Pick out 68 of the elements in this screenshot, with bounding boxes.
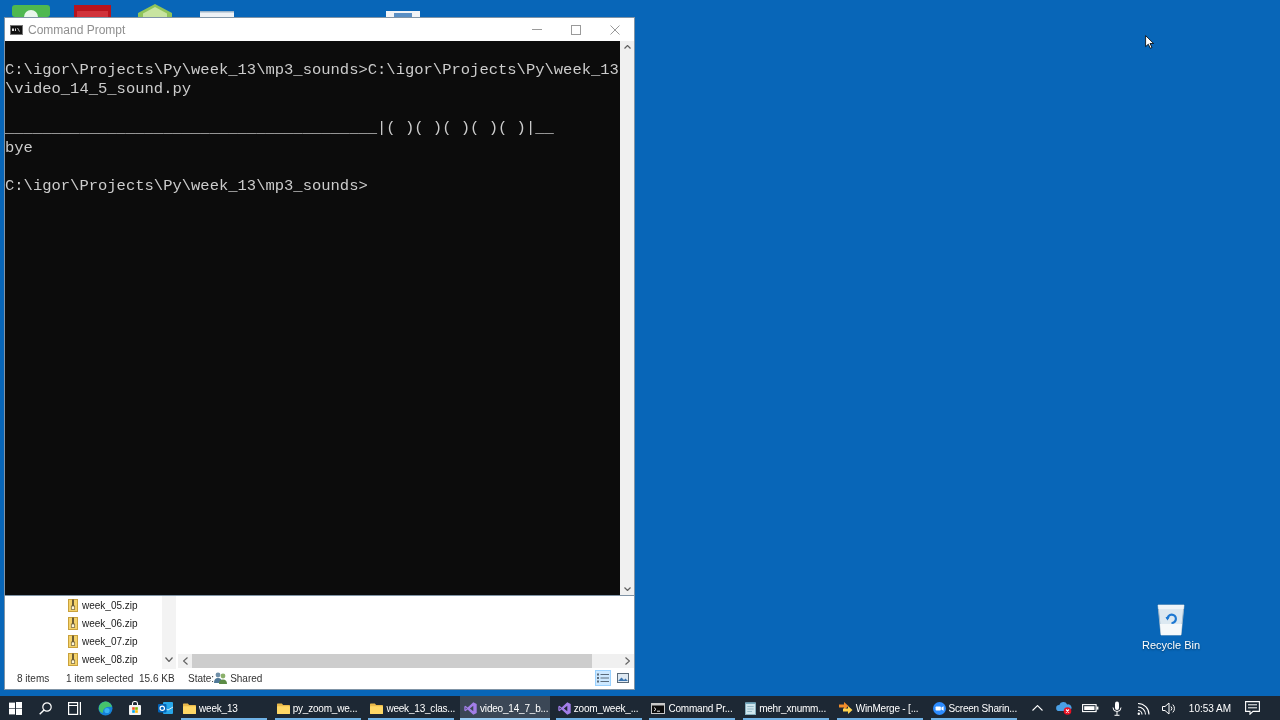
mail-tile-icon[interactable] [157,701,173,715]
zip-folder-icon [68,635,78,649]
taskbar-button[interactable]: zoom_week_... [553,696,644,720]
status-text: 1 item selected [66,672,135,684]
task-view-icon[interactable] [68,701,82,715]
desktop-shortcut-icon[interactable] [12,5,50,17]
ribbon-logo-icon [464,701,478,715]
window-title: Command Prompt [28,22,126,37]
video-camera-icon [932,701,946,715]
taskbar-button[interactable]: week_13_clas... [366,696,457,720]
tree-item[interactable]: week_05.zip [5,596,162,615]
console-line: C:\igor\Projects\Py\week_13\mp3_sounds> [5,177,369,197]
status-text: Shared [230,672,263,684]
console-line: bye [5,138,34,158]
vertical-scrollbar[interactable] [162,596,176,669]
close-icon[interactable] [609,24,620,35]
taskbar-button[interactable]: py_zoom_we... [272,696,363,720]
zip-folder-icon [68,653,78,667]
terminal-icon [10,24,23,35]
view-toggle-button[interactable] [595,670,611,686]
desktop-icon-label[interactable]: Recycle Bin [1141,639,1201,651]
people-icon [214,672,228,684]
cloud-error-icon[interactable] [1055,701,1072,715]
merge-arrows-icon [838,702,853,714]
desktop-shortcut-icon[interactable] [138,4,172,17]
notification-icon[interactable] [1244,701,1260,715]
taskbar-button[interactable]: WinMerge - [... [834,696,925,720]
desktop-shortcut-icon[interactable] [386,11,420,17]
mouse-pointer-icon [1145,35,1155,49]
tree-item[interactable]: week_08.zip [5,650,162,669]
tree-item[interactable]: week_06.zip [5,614,162,633]
taskbar-button[interactable]: mehr_xnumm... [741,696,832,720]
taskbar-button[interactable]: week_13 [179,696,269,720]
tree-item[interactable]: week_07.zip [5,632,162,651]
microphone-icon[interactable] [1111,700,1122,716]
clock[interactable]: 10:53 AM [1183,696,1237,720]
caret-down-icon[interactable] [623,587,631,591]
caret-left-icon[interactable] [182,657,188,665]
search-icon[interactable] [38,701,52,715]
zip-folder-icon [68,616,78,630]
folder-icon [183,702,196,714]
folder-icon [370,702,384,714]
terminal-icon [651,702,666,714]
status-text: 15.6 KB [139,672,176,684]
caret-down-icon[interactable] [165,657,173,662]
taskbar-button[interactable]: Screen Sharin... [928,696,1019,720]
details-view-icon [597,673,609,683]
ribbon-logo-icon [557,701,571,715]
shopping-bag-icon[interactable] [128,701,142,715]
status-text: 8 items [17,672,51,684]
maximize-icon[interactable] [570,24,581,35]
large-icons-view-icon [617,673,629,683]
notepad-icon [745,701,757,715]
zip-folder-icon [68,598,78,612]
start-icon[interactable] [8,701,22,715]
folder-icon [276,702,290,714]
battery-icon[interactable] [1081,703,1099,713]
console-line: C:\igor\Projects\Py\week_13\mp3_sounds>C:\igor\Projects\Py\week_13\video_14_5_sound.py [5,61,620,100]
taskbar-button[interactable]: Command Pr... [647,696,738,720]
status-text: State: [188,672,215,684]
taskbar-button[interactable]: video_14_7_b... [460,696,551,720]
view-toggle-button[interactable] [615,670,631,686]
swirl-logo-icon[interactable] [97,700,113,716]
console-line: ________________________________________|( )( )( )( )( )|__ [5,119,555,139]
wifi-icon[interactable] [1136,701,1150,715]
vertical-scrollbar[interactable] [620,41,634,595]
volume-icon[interactable] [1162,701,1178,715]
caret-right-icon[interactable] [624,657,630,665]
